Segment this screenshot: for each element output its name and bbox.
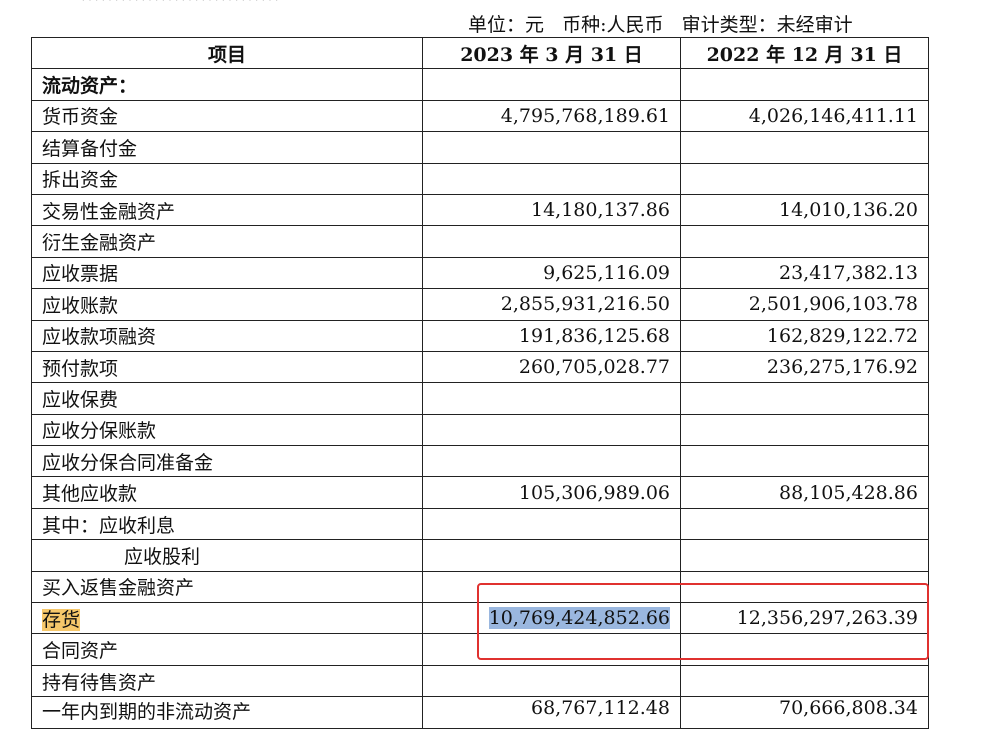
- table-row: 其他应收款 105,306,989.06 88,105,428.86: [31, 476, 929, 509]
- value-2023: 4,795,768,189.61: [422, 99, 681, 133]
- row-label: 结算备付金: [31, 131, 423, 164]
- table-row-inventory: 存货 10,769,424,852.66 12,356,297,263.39: [31, 602, 929, 635]
- table-row: 应收保费: [31, 382, 929, 415]
- table-row: 结算备付金: [31, 131, 929, 164]
- table-row: 货币资金 4,795,768,189.61 4,026,146,411.11: [31, 99, 929, 133]
- value-2022: [680, 162, 929, 195]
- row-label: 应收票据: [31, 256, 423, 290]
- value-2022: 236,275,176.92: [680, 350, 929, 384]
- value-2022: [680, 68, 929, 101]
- row-label: 合同资产: [31, 633, 423, 666]
- row-label: 一年内到期的非流动资产: [31, 696, 423, 729]
- value-2023: 9,625,116.09: [422, 256, 681, 290]
- section-label-current-assets: 流动资产：: [31, 68, 423, 101]
- value-2022: 162,829,122.72: [680, 319, 929, 352]
- table-row: 买入返售金融资产: [31, 570, 929, 604]
- value-2022: [680, 539, 929, 572]
- value-2023: [422, 382, 681, 415]
- value-2022: [680, 664, 929, 698]
- table-row-cut-off: 一年内到期的非流动资产 68,767,112.48 70,666,808.34: [31, 696, 929, 729]
- row-label: 交易性金融资产: [31, 193, 423, 227]
- table-row: 应收股利: [31, 539, 929, 572]
- value-2022: [680, 445, 929, 478]
- value-2023: [422, 633, 681, 666]
- value-2022: 4,026,146,411.11: [680, 99, 929, 133]
- value-2022: 23,417,382.13: [680, 256, 929, 290]
- row-label: 衍生金融资产: [31, 225, 423, 258]
- value-2022: [680, 382, 929, 415]
- balance-sheet-table: 项目 2023 年 3 月 31 日 2022 年 12 月 31 日 流动资产…: [31, 36, 929, 729]
- value-2023: [422, 570, 681, 604]
- value-2023: [422, 162, 681, 195]
- value-2023: 10,769,424,852.66: [422, 602, 681, 635]
- value-2023: 191,836,125.68: [422, 319, 681, 352]
- value-2023: [422, 131, 681, 164]
- value-2023: [422, 445, 681, 478]
- table-row: 应收票据 9,625,116.09 23,417,382.13: [31, 256, 929, 290]
- table-row: 应收款项融资 191,836,125.68 162,829,122.72: [31, 319, 929, 352]
- row-label: 应收保费: [31, 382, 423, 415]
- row-label: 买入返售金融资产: [31, 570, 423, 604]
- table-row: 交易性金融资产 14,180,137.86 14,010,136.20: [31, 193, 929, 227]
- column-header-2022: 2022 年 12 月 31 日: [680, 36, 929, 70]
- table-row: 拆出资金: [31, 162, 929, 195]
- row-label: 应收账款: [31, 288, 423, 321]
- value-2023: 68,767,112.48: [422, 696, 681, 729]
- table-row: 应收分保合同准备金: [31, 445, 929, 478]
- value-2022: 70,666,808.34: [680, 696, 929, 729]
- value-2022: [680, 633, 929, 666]
- highlighted-label: 存货: [42, 608, 81, 631]
- row-label: 应收股利: [31, 539, 423, 572]
- table-row: 持有待售资产: [31, 664, 929, 698]
- value-2023: [422, 413, 681, 447]
- cut-off-top-text: …………………………: [80, 0, 440, 4]
- value-2023: [422, 507, 681, 541]
- value-2023: [422, 225, 681, 258]
- value-2022: [680, 413, 929, 447]
- table-row: 预付款项 260,705,028.77 236,275,176.92: [31, 350, 929, 384]
- table-row: 其中：应收利息: [31, 507, 929, 541]
- table-row: 衍生金融资产: [31, 225, 929, 258]
- row-label: 持有待售资产: [31, 664, 423, 698]
- value-2022: [680, 225, 929, 258]
- value-2023: 260,705,028.77: [422, 350, 681, 384]
- value-2023: [422, 664, 681, 698]
- selected-text-highlight: 10,769,424,852.66: [488, 607, 670, 630]
- value-2022: 14,010,136.20: [680, 193, 929, 227]
- unit-currency-audit-line: 单位：元 币种:人民币 审计类型：未经审计: [468, 14, 853, 36]
- value-2022: [680, 570, 929, 604]
- table-row: 应收分保账款: [31, 413, 929, 447]
- table-row: 流动资产：: [31, 68, 929, 101]
- value-2022: [680, 131, 929, 164]
- row-label: 货币资金: [31, 99, 423, 133]
- row-label: 应收款项融资: [31, 319, 423, 352]
- value-2022: 88,105,428.86: [680, 476, 929, 509]
- row-label-inventory: 存货: [31, 602, 423, 635]
- row-label: 其中：应收利息: [31, 507, 423, 541]
- row-label: 其他应收款: [31, 476, 423, 509]
- value-2023: [422, 539, 681, 572]
- value-2023: 105,306,989.06: [422, 476, 681, 509]
- value-2022: 2,501,906,103.78: [680, 288, 929, 321]
- column-header-2023: 2023 年 3 月 31 日: [422, 36, 681, 70]
- table-row: 合同资产: [31, 633, 929, 666]
- value-2023: 14,180,137.86: [422, 193, 681, 227]
- row-label: 应收分保合同准备金: [31, 445, 423, 478]
- value-2023: [422, 68, 681, 101]
- row-label: 拆出资金: [31, 162, 423, 195]
- row-label: 预付款项: [31, 350, 423, 384]
- value-2023: 2,855,931,216.50: [422, 288, 681, 321]
- value-2022: 12,356,297,263.39: [680, 602, 929, 635]
- column-header-item: 项目: [31, 36, 423, 70]
- value-2022: [680, 507, 929, 541]
- table-row: 应收账款 2,855,931,216.50 2,501,906,103.78: [31, 288, 929, 321]
- table-header-row: 项目 2023 年 3 月 31 日 2022 年 12 月 31 日: [31, 36, 929, 70]
- row-label: 应收分保账款: [31, 413, 423, 447]
